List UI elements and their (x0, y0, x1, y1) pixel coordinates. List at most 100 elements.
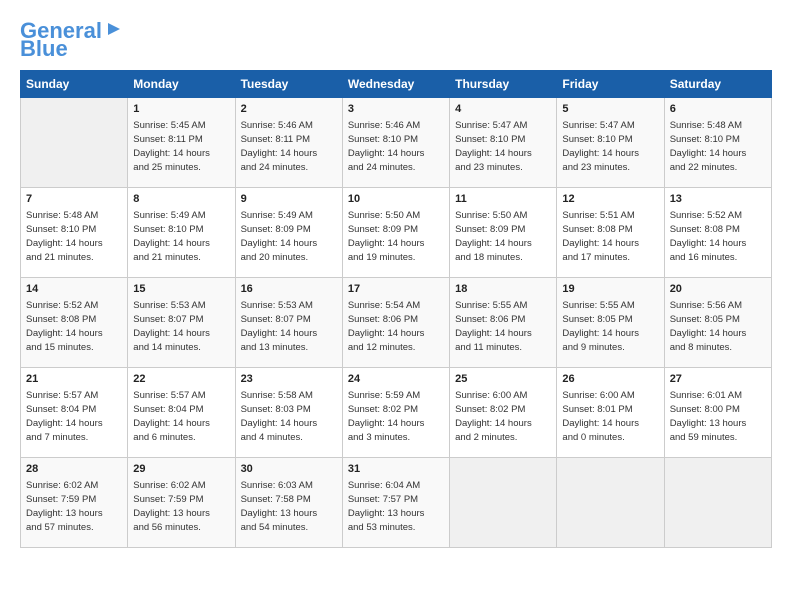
day-info: Sunrise: 5:54 AM Sunset: 8:06 PM Dayligh… (348, 300, 425, 353)
day-info: Sunrise: 6:00 AM Sunset: 8:01 PM Dayligh… (562, 390, 639, 443)
calendar-cell (557, 458, 664, 548)
calendar-cell: 27 Sunrise: 6:01 AM Sunset: 8:00 PM Dayli… (664, 368, 771, 458)
day-info: Sunrise: 5:50 AM Sunset: 8:09 PM Dayligh… (348, 210, 425, 263)
calendar-cell: 19Sunrise: 5:55 AM Sunset: 8:05 PM Dayli… (557, 278, 664, 368)
page-header: General Blue (20, 20, 772, 60)
calendar-cell: 21 Sunrise: 5:57 AM Sunset: 8:04 PM Dayli… (21, 368, 128, 458)
day-number: 3 (348, 102, 444, 117)
day-number: 20 (670, 282, 766, 297)
day-info: Sunrise: 5:50 AM Sunset: 8:09 PM Dayligh… (455, 210, 532, 263)
col-header-saturday: Saturday (664, 71, 771, 98)
day-number: 14 (26, 282, 122, 297)
day-number: 10 (348, 192, 444, 207)
logo-arrow-icon (104, 19, 124, 39)
day-info: Sunrise: 5:52 AM Sunset: 8:08 PM Dayligh… (26, 300, 103, 353)
calendar-week-row: 28 Sunrise: 6:02 AM Sunset: 7:59 PM Dayli… (21, 458, 772, 548)
col-header-monday: Monday (128, 71, 235, 98)
calendar-week-row: 1 Sunrise: 5:45 AM Sunset: 8:11 PM Daylig… (21, 98, 772, 188)
calendar-cell: 31Sunrise: 6:04 AM Sunset: 7:57 PM Dayli… (342, 458, 449, 548)
calendar-cell: 4 Sunrise: 5:47 AM Sunset: 8:10 PM Daylig… (450, 98, 557, 188)
day-number: 5 (562, 102, 658, 117)
calendar-cell: 30 Sunrise: 6:03 AM Sunset: 7:58 PM Dayli… (235, 458, 342, 548)
day-info: Sunrise: 6:02 AM Sunset: 7:59 PM Dayligh… (26, 480, 103, 533)
calendar-cell: 16Sunrise: 5:53 AM Sunset: 8:07 PM Dayli… (235, 278, 342, 368)
calendar-cell: 9 Sunrise: 5:49 AM Sunset: 8:09 PM Daylig… (235, 188, 342, 278)
day-number: 22 (133, 372, 229, 387)
calendar-cell: 12 Sunrise: 5:51 AM Sunset: 8:08 PM Dayli… (557, 188, 664, 278)
day-number: 2 (241, 102, 337, 117)
day-info: Sunrise: 6:02 AM Sunset: 7:59 PM Dayligh… (133, 480, 210, 533)
day-number: 21 (26, 372, 122, 387)
calendar-cell: 28 Sunrise: 6:02 AM Sunset: 7:59 PM Dayli… (21, 458, 128, 548)
day-number: 8 (133, 192, 229, 207)
day-info: Sunrise: 6:01 AM Sunset: 8:00 PM Dayligh… (670, 390, 747, 443)
day-info: Sunrise: 5:49 AM Sunset: 8:09 PM Dayligh… (241, 210, 318, 263)
day-number: 11 (455, 192, 551, 207)
calendar-cell: 14 Sunrise: 5:52 AM Sunset: 8:08 PM Dayli… (21, 278, 128, 368)
day-info: Sunrise: 5:47 AM Sunset: 8:10 PM Dayligh… (562, 120, 639, 173)
calendar-cell: 26 Sunrise: 6:00 AM Sunset: 8:01 PM Dayli… (557, 368, 664, 458)
day-info: Sunrise: 5:59 AM Sunset: 8:02 PM Dayligh… (348, 390, 425, 443)
day-number: 24 (348, 372, 444, 387)
day-info: Sunrise: 5:56 AM Sunset: 8:05 PM Dayligh… (670, 300, 747, 353)
day-info: Sunrise: 6:00 AM Sunset: 8:02 PM Dayligh… (455, 390, 532, 443)
calendar-week-row: 14 Sunrise: 5:52 AM Sunset: 8:08 PM Dayli… (21, 278, 772, 368)
day-info: Sunrise: 5:46 AM Sunset: 8:10 PM Dayligh… (348, 120, 425, 173)
calendar-cell: 23Sunrise: 5:58 AM Sunset: 8:03 PM Dayli… (235, 368, 342, 458)
day-info: Sunrise: 5:57 AM Sunset: 8:04 PM Dayligh… (26, 390, 103, 443)
calendar-header-row: SundayMondayTuesdayWednesdayThursdayFrid… (21, 71, 772, 98)
calendar-cell: 8 Sunrise: 5:49 AM Sunset: 8:10 PM Daylig… (128, 188, 235, 278)
calendar-cell: 6 Sunrise: 5:48 AM Sunset: 8:10 PM Daylig… (664, 98, 771, 188)
day-number: 25 (455, 372, 551, 387)
calendar-cell: 22 Sunrise: 5:57 AM Sunset: 8:04 PM Dayli… (128, 368, 235, 458)
calendar-cell: 11 Sunrise: 5:50 AM Sunset: 8:09 PM Dayli… (450, 188, 557, 278)
day-number: 6 (670, 102, 766, 117)
calendar-cell: 24 Sunrise: 5:59 AM Sunset: 8:02 PM Dayli… (342, 368, 449, 458)
day-info: Sunrise: 6:03 AM Sunset: 7:58 PM Dayligh… (241, 480, 318, 533)
col-header-sunday: Sunday (21, 71, 128, 98)
day-number: 4 (455, 102, 551, 117)
day-info: Sunrise: 5:49 AM Sunset: 8:10 PM Dayligh… (133, 210, 210, 263)
day-info: Sunrise: 5:55 AM Sunset: 8:06 PM Dayligh… (455, 300, 532, 353)
day-info: Sunrise: 5:46 AM Sunset: 8:11 PM Dayligh… (241, 120, 318, 173)
day-number: 1 (133, 102, 229, 117)
calendar-cell: 5 Sunrise: 5:47 AM Sunset: 8:10 PM Daylig… (557, 98, 664, 188)
calendar-cell: 25 Sunrise: 6:00 AM Sunset: 8:02 PM Dayli… (450, 368, 557, 458)
calendar-week-row: 7Sunrise: 5:48 AM Sunset: 8:10 PM Daylig… (21, 188, 772, 278)
day-info: Sunrise: 5:55 AM Sunset: 8:05 PM Dayligh… (562, 300, 639, 353)
day-info: Sunrise: 5:57 AM Sunset: 8:04 PM Dayligh… (133, 390, 210, 443)
col-header-thursday: Thursday (450, 71, 557, 98)
day-info: Sunrise: 5:52 AM Sunset: 8:08 PM Dayligh… (670, 210, 747, 263)
calendar-cell: 2 Sunrise: 5:46 AM Sunset: 8:11 PM Daylig… (235, 98, 342, 188)
day-number: 12 (562, 192, 658, 207)
day-number: 30 (241, 462, 337, 477)
day-info: Sunrise: 5:48 AM Sunset: 8:10 PM Dayligh… (670, 120, 747, 173)
col-header-friday: Friday (557, 71, 664, 98)
day-number: 23 (241, 372, 337, 387)
col-header-tuesday: Tuesday (235, 71, 342, 98)
calendar-cell (664, 458, 771, 548)
calendar-cell: 15 Sunrise: 5:53 AM Sunset: 8:07 PM Dayli… (128, 278, 235, 368)
calendar-cell (21, 98, 128, 188)
calendar-cell: 1 Sunrise: 5:45 AM Sunset: 8:11 PM Daylig… (128, 98, 235, 188)
day-number: 27 (670, 372, 766, 387)
calendar-table: SundayMondayTuesdayWednesdayThursdayFrid… (20, 70, 772, 548)
calendar-cell: 18Sunrise: 5:55 AM Sunset: 8:06 PM Dayli… (450, 278, 557, 368)
calendar-cell: 29Sunrise: 6:02 AM Sunset: 7:59 PM Dayli… (128, 458, 235, 548)
day-info: Sunrise: 5:53 AM Sunset: 8:07 PM Dayligh… (241, 300, 318, 353)
day-number: 26 (562, 372, 658, 387)
calendar-week-row: 21 Sunrise: 5:57 AM Sunset: 8:04 PM Dayli… (21, 368, 772, 458)
day-number: 15 (133, 282, 229, 297)
day-info: Sunrise: 5:47 AM Sunset: 8:10 PM Dayligh… (455, 120, 532, 173)
calendar-cell (450, 458, 557, 548)
calendar-cell: 20 Sunrise: 5:56 AM Sunset: 8:05 PM Dayli… (664, 278, 771, 368)
col-header-wednesday: Wednesday (342, 71, 449, 98)
calendar-cell: 7Sunrise: 5:48 AM Sunset: 8:10 PM Daylig… (21, 188, 128, 278)
day-info: Sunrise: 6:04 AM Sunset: 7:57 PM Dayligh… (348, 480, 425, 533)
day-number: 28 (26, 462, 122, 477)
calendar-cell: 10 Sunrise: 5:50 AM Sunset: 8:09 PM Dayli… (342, 188, 449, 278)
day-number: 9 (241, 192, 337, 207)
day-info: Sunrise: 5:45 AM Sunset: 8:11 PM Dayligh… (133, 120, 210, 173)
day-info: Sunrise: 5:53 AM Sunset: 8:07 PM Dayligh… (133, 300, 210, 353)
day-info: Sunrise: 5:51 AM Sunset: 8:08 PM Dayligh… (562, 210, 639, 263)
